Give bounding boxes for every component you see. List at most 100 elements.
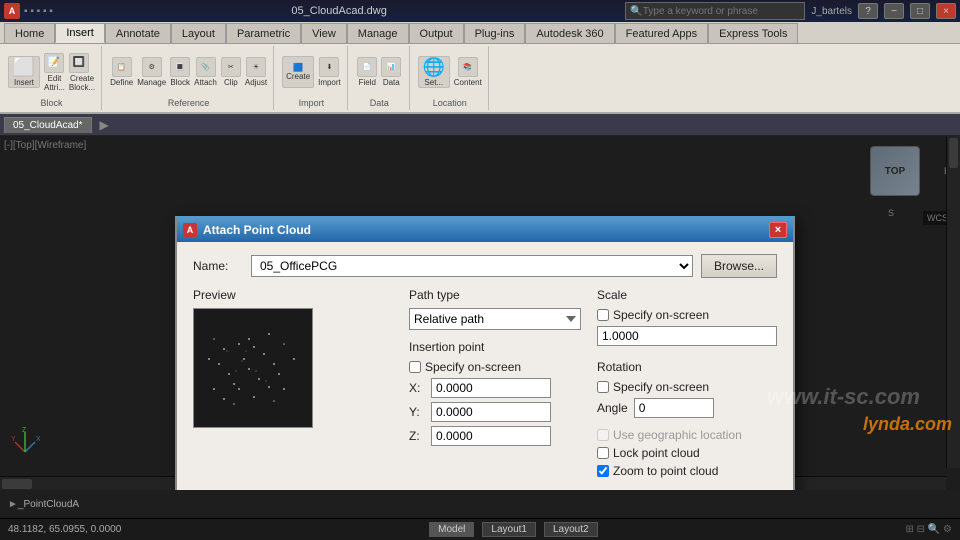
angle-input[interactable] (634, 398, 714, 418)
tab-express-tools[interactable]: Express Tools (708, 23, 798, 43)
tab-featured-apps[interactable]: Featured Apps (615, 23, 709, 43)
lock-cloud-row: Lock point cloud (597, 446, 777, 460)
command-text: _PointCloudA (18, 499, 79, 510)
close-btn[interactable]: × (936, 3, 956, 19)
import-icons: 🟦Create ⬇ Import (282, 48, 341, 96)
lock-cloud-checkbox[interactable] (597, 447, 609, 459)
viewport-area: [-][Top][Wireframe] TOP E S WCS X Y Z (0, 136, 960, 490)
specify-onscreen-label: Specify on-screen (425, 360, 521, 374)
y-label: Y: (409, 405, 425, 419)
title-bar-left: A ▪ ▪ ▪ ▪ ▪ (4, 3, 53, 19)
search-input[interactable] (643, 6, 801, 17)
dialog-body: Name: 05_OfficePCG Browse... Preview (177, 242, 793, 490)
insertion-point-section: Insertion point Specify on-screen X: (409, 340, 581, 446)
tab-view[interactable]: View (301, 23, 347, 43)
x-label: X: (409, 381, 425, 395)
minimize-btn[interactable]: − (884, 3, 904, 19)
scale-specify-checkbox[interactable] (597, 309, 609, 321)
attach-btn[interactable]: 📎 (196, 57, 216, 77)
doc-bar: 05_CloudAcad* ▶ (0, 114, 960, 136)
dialog-backdrop[interactable]: A Attach Point Cloud × Name: 05_OfficePC… (0, 136, 960, 490)
specify-onscreen-row: Specify on-screen (409, 360, 581, 374)
rotation-label: Rotation (597, 360, 777, 374)
help-btn[interactable]: ? (858, 3, 878, 19)
doc-tab-active[interactable]: 05_CloudAcad* (4, 117, 92, 133)
rotation-specify-row: Specify on-screen (597, 380, 777, 394)
clip-btn[interactable]: ✂ (221, 57, 241, 77)
content-btn[interactable]: 📚 (458, 57, 478, 77)
preview-label: Preview (193, 288, 393, 302)
tab-parametric[interactable]: Parametric (226, 23, 301, 43)
preview-box (193, 308, 313, 428)
right-section: Scale Specify on-screen Rotation (597, 288, 777, 482)
name-select[interactable]: 05_OfficePCG (251, 255, 693, 277)
import-group-label: Import (299, 96, 325, 108)
geo-location-row: Use geographic location (597, 428, 777, 442)
import-btn[interactable]: ⬇ (319, 57, 339, 77)
app-icon: A (4, 3, 20, 19)
z-input[interactable] (431, 426, 551, 446)
layout1-tab[interactable]: Layout1 (482, 522, 536, 537)
location-icons: 🌐Set... 📚 Content (418, 48, 482, 96)
insert-btn[interactable]: ⬜ Insert (8, 56, 40, 88)
lock-cloud-label: Lock point cloud (613, 446, 700, 460)
z-coord-row: Z: (409, 426, 581, 446)
model-tab[interactable]: Model (429, 522, 474, 537)
define-btn[interactable]: 📋 (112, 57, 132, 77)
tab-manage[interactable]: Manage (347, 23, 409, 43)
geo-location-checkbox (597, 429, 609, 441)
x-input[interactable] (431, 378, 551, 398)
specify-onscreen-checkbox[interactable] (409, 361, 421, 373)
create-btn[interactable]: 🟦Create (282, 56, 314, 88)
command-input[interactable] (79, 499, 952, 510)
scale-specify-label: Specify on-screen (613, 308, 709, 322)
geo-location-label: Use geographic location (613, 428, 742, 442)
scale-label: Scale (597, 288, 777, 302)
layout2-tab[interactable]: Layout2 (544, 522, 598, 537)
zoom-cloud-row: Zoom to point cloud (597, 464, 777, 478)
maximize-btn[interactable]: □ (910, 3, 930, 19)
ribbon-group-data: 📄 Field 📊 Data Data (350, 46, 410, 110)
app-window: A ▪ ▪ ▪ ▪ ▪ 05_CloudAcad.dwg 🔍 J_bartels… (0, 0, 960, 540)
zoom-cloud-checkbox[interactable] (597, 465, 609, 477)
browse-button[interactable]: Browse... (701, 254, 777, 278)
path-type-label: Path type (409, 288, 581, 302)
preview-image (194, 309, 312, 427)
ribbon-panel: ⬜ Insert 📝 EditAttri... 🔲 CreateBlock...… (0, 44, 960, 114)
tab-home[interactable]: Home (4, 23, 55, 43)
user-label: J_bartels (811, 6, 852, 17)
rotation-specify-checkbox[interactable] (597, 381, 609, 393)
data-icons: 📄 Field 📊 Data (357, 48, 401, 96)
y-input[interactable] (431, 402, 551, 422)
tab-layout[interactable]: Layout (171, 23, 226, 43)
ribbon-group-icons: ⬜ Insert 📝 EditAttri... 🔲 CreateBlock... (8, 48, 95, 96)
set-btn[interactable]: 🌐Set... (418, 56, 450, 88)
scale-input[interactable] (597, 326, 777, 346)
manage-btn[interactable]: ⚙ (142, 57, 162, 77)
tab-annotate[interactable]: Annotate (105, 23, 171, 43)
name-row: Name: 05_OfficePCG Browse... (193, 254, 777, 278)
ribbon-group-block: ⬜ Insert 📝 EditAttri... 🔲 CreateBlock...… (2, 46, 102, 110)
insertion-point-label: Insertion point (409, 340, 581, 354)
angle-row: Angle (597, 398, 777, 418)
tab-autodesk360[interactable]: Autodesk 360 (525, 23, 614, 43)
tab-insert[interactable]: Insert (55, 23, 105, 43)
field-btn[interactable]: 📄 (357, 57, 377, 77)
block-ref-btn[interactable]: 🔳 (170, 57, 190, 77)
zoom-cloud-label: Zoom to point cloud (613, 464, 718, 478)
block-group-label: Block (41, 96, 63, 108)
attach-point-cloud-dialog[interactable]: A Attach Point Cloud × Name: 05_OfficePC… (175, 216, 795, 490)
location-group-label: Location (433, 96, 467, 108)
create-block-btn[interactable]: 🔲 (69, 53, 89, 73)
tab-plugins[interactable]: Plug-ins (464, 23, 526, 43)
angle-label: Angle (597, 401, 628, 415)
path-type-select[interactable]: Relative path Full path No path (409, 308, 581, 330)
options-section: Use geographic location Lock point cloud… (597, 428, 777, 478)
dialog-close-btn[interactable]: × (769, 222, 787, 238)
status-bar: 48.1182, 65.0955, 0.0000 Model Layout1 L… (0, 518, 960, 540)
z-label: Z: (409, 429, 425, 443)
adjust-btn[interactable]: ☀ (246, 57, 266, 77)
edit-attribute-btn[interactable]: 📝 (44, 53, 64, 73)
data-btn[interactable]: 📊 (381, 57, 401, 77)
tab-output[interactable]: Output (409, 23, 464, 43)
